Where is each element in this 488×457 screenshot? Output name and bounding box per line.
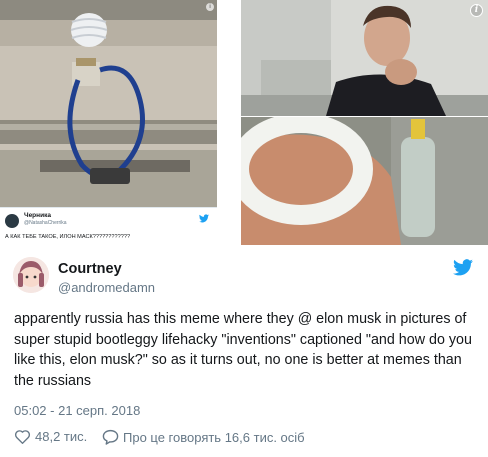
heart-icon xyxy=(14,430,31,444)
toilet-seat-photo-panel[interactable] xyxy=(241,117,488,245)
tweet-author-name[interactable]: Courtney xyxy=(58,261,122,277)
bulb-hose-photo xyxy=(0,0,217,207)
bulb-photo-panel[interactable]: i Черника @NatashaCherrika А КАК ТЕБЕ ТА… xyxy=(0,0,217,245)
info-icon[interactable]: i xyxy=(206,3,214,11)
embedded-tweet-handle: @NatashaCherrika xyxy=(24,220,67,226)
tweet-text: apparently russia has this meme where th… xyxy=(14,311,472,389)
toilet-seat-photo xyxy=(241,117,488,245)
replies-button[interactable]: Про це говорять 16,6 тис. осіб xyxy=(102,429,305,445)
embedded-tweet-name: Черника xyxy=(24,212,51,219)
info-icon[interactable]: i xyxy=(470,4,483,17)
embedded-tweet-avatar xyxy=(5,214,19,228)
replies-label: Про це говорять 16,6 тис. осіб xyxy=(123,429,305,445)
avatar[interactable] xyxy=(13,257,49,293)
embedded-tweet: Черника @NatashaCherrika А КАК ТЕБЕ ТАКО… xyxy=(0,207,217,245)
like-button[interactable]: 48,2 тис. xyxy=(14,429,87,444)
embedded-tweet-text: А КАК ТЕБЕ ТАКОЕ, ИЛОН МАСК???????????? xyxy=(5,234,131,240)
twitter-bird-icon xyxy=(199,214,209,223)
like-count: 48,2 тис. xyxy=(35,429,88,444)
man-photo xyxy=(241,0,488,116)
man-photo-panel[interactable]: i xyxy=(241,0,488,116)
tweet-card: Courtney @andromedamn apparently russia … xyxy=(0,245,488,457)
tweet-author-handle[interactable]: @andromedamn xyxy=(58,280,155,295)
twitter-bird-icon[interactable] xyxy=(453,259,473,276)
avatar-image xyxy=(13,257,49,293)
meme-image-grid: i Черника @NatashaCherrika А КАК ТЕБЕ ТА… xyxy=(0,0,488,245)
tweet-timestamp[interactable]: 05:02 - 21 серп. 2018 xyxy=(14,403,140,418)
speech-bubble-icon xyxy=(102,429,119,445)
